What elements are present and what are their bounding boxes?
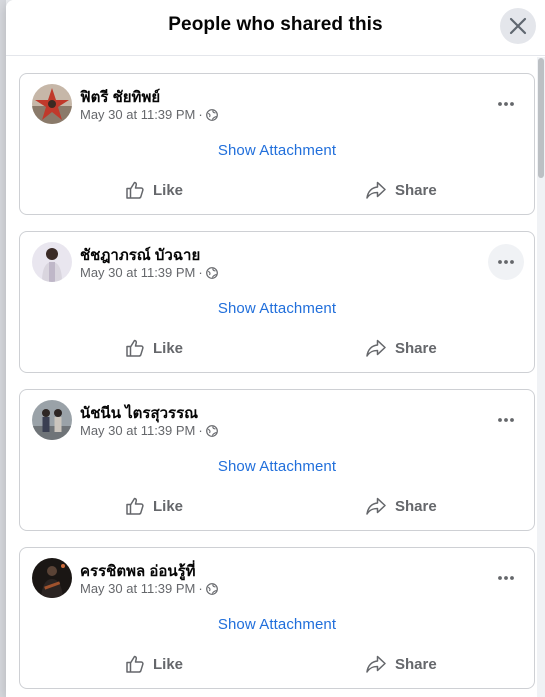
timestamp[interactable]: May 30 at 11:39 PM	[80, 423, 195, 438]
avatar[interactable]	[32, 242, 72, 282]
meta-separator: ·	[198, 107, 203, 122]
action-bar: Like Share	[20, 648, 534, 680]
share-label: Share	[395, 497, 437, 515]
author-name[interactable]: ฟิตรี ชัยทิพย์	[80, 85, 160, 109]
share-label: Share	[395, 339, 437, 357]
action-bar: Like Share	[20, 174, 534, 206]
avatar-image	[32, 84, 72, 124]
show-attachment-link[interactable]: Show Attachment	[20, 458, 534, 475]
like-label: Like	[153, 655, 184, 673]
avatar-image	[32, 558, 72, 598]
more-options-icon	[498, 260, 514, 264]
avatar[interactable]	[32, 400, 72, 440]
more-options-button[interactable]	[488, 244, 524, 280]
share-button[interactable]: Share	[365, 648, 437, 680]
globe-icon	[205, 582, 218, 595]
share-label: Share	[395, 655, 437, 673]
close-icon	[509, 17, 527, 35]
show-attachment-link[interactable]: Show Attachment	[20, 142, 534, 159]
share-button[interactable]: Share	[365, 332, 437, 364]
action-bar: Like Share	[20, 490, 534, 522]
avatar[interactable]	[32, 558, 72, 598]
share-card: นัชนีน ไตรสุวรรณ May 30 at 11:39 PM · Sh…	[19, 389, 535, 531]
timestamp[interactable]: May 30 at 11:39 PM	[80, 265, 195, 280]
share-arrow-icon	[366, 181, 386, 199]
share-card: ครรชิตพล อ่อนรู้ที่ May 30 at 11:39 PM ·…	[19, 547, 535, 689]
like-button[interactable]: Like	[125, 490, 183, 522]
avatar[interactable]	[32, 84, 72, 124]
post-meta: May 30 at 11:39 PM ·	[80, 265, 218, 280]
dialog-header: People who shared this	[6, 0, 545, 56]
share-arrow-icon	[366, 655, 386, 673]
post-meta: May 30 at 11:39 PM ·	[80, 581, 218, 596]
like-button[interactable]: Like	[125, 332, 183, 364]
post-meta: May 30 at 11:39 PM ·	[80, 107, 218, 122]
post-meta: May 30 at 11:39 PM ·	[80, 423, 218, 438]
thumbs-up-icon	[126, 655, 144, 673]
meta-separator: ·	[198, 581, 203, 596]
author-name[interactable]: ชัชฎาภรณ์ บัวฉาย	[80, 243, 200, 267]
share-arrow-icon	[366, 339, 386, 357]
thumbs-up-icon	[126, 497, 144, 515]
like-label: Like	[153, 497, 184, 515]
timestamp[interactable]: May 30 at 11:39 PM	[80, 581, 195, 596]
more-options-icon	[498, 576, 514, 580]
globe-icon	[205, 266, 218, 279]
share-label: Share	[395, 181, 437, 199]
avatar-image	[32, 242, 72, 282]
shares-list[interactable]: ฟิตรี ชัยทิพย์ May 30 at 11:39 PM · Show…	[6, 57, 545, 697]
meta-separator: ·	[198, 265, 203, 280]
dialog-title: People who shared this	[168, 14, 383, 35]
avatar-image	[32, 400, 72, 440]
author-name[interactable]: ครรชิตพล อ่อนรู้ที่	[80, 559, 196, 583]
meta-separator: ·	[198, 423, 203, 438]
show-attachment-link[interactable]: Show Attachment	[20, 300, 534, 317]
shares-dialog: People who shared this ฟิตรี ชัยทิพย์ Ma…	[6, 0, 545, 697]
more-options-button[interactable]	[488, 402, 524, 438]
action-bar: Like Share	[20, 332, 534, 364]
share-card: ฟิตรี ชัยทิพย์ May 30 at 11:39 PM · Show…	[19, 73, 535, 215]
share-arrow-icon	[366, 497, 386, 515]
timestamp[interactable]: May 30 at 11:39 PM	[80, 107, 195, 122]
globe-icon	[205, 424, 218, 437]
share-card: ชัชฎาภรณ์ บัวฉาย May 30 at 11:39 PM · Sh…	[19, 231, 535, 373]
thumbs-up-icon	[126, 181, 144, 199]
share-button[interactable]: Share	[365, 174, 437, 206]
more-options-button[interactable]	[488, 86, 524, 122]
globe-icon	[205, 108, 218, 121]
more-options-icon	[498, 102, 514, 106]
like-label: Like	[153, 339, 184, 357]
more-options-button[interactable]	[488, 560, 524, 596]
like-label: Like	[153, 181, 184, 199]
close-button[interactable]	[500, 8, 536, 44]
more-options-icon	[498, 418, 514, 422]
show-attachment-link[interactable]: Show Attachment	[20, 616, 534, 633]
thumbs-up-icon	[126, 339, 144, 357]
scrollbar-thumb[interactable]	[538, 58, 544, 178]
like-button[interactable]: Like	[125, 648, 183, 680]
author-name[interactable]: นัชนีน ไตรสุวรรณ	[80, 401, 198, 425]
like-button[interactable]: Like	[125, 174, 183, 206]
share-button[interactable]: Share	[365, 490, 437, 522]
